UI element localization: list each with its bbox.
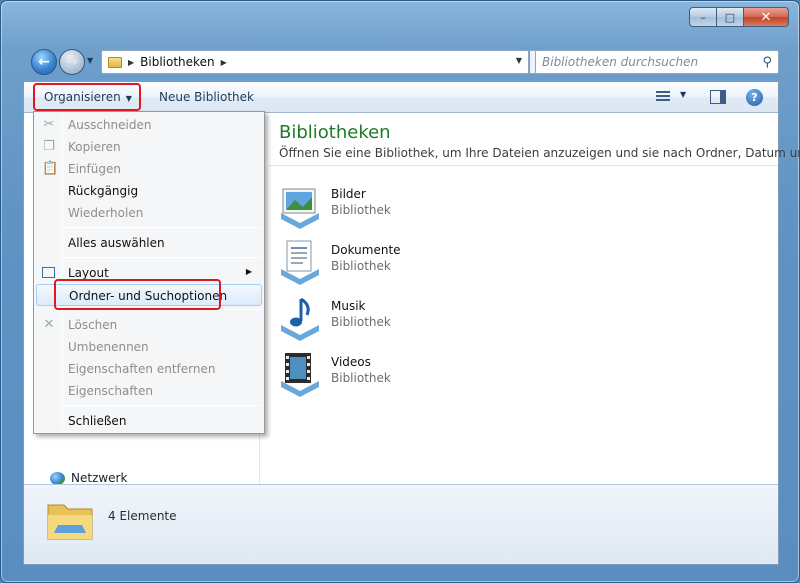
item-count: 4 Elemente bbox=[108, 509, 177, 523]
menu-item-label: Eigenschaften bbox=[68, 384, 154, 398]
library-type: Bibliothek bbox=[331, 259, 391, 273]
breadcrumb-libraries[interactable]: Bibliotheken bbox=[140, 55, 214, 69]
recent-pages-dropdown[interactable]: ▼ bbox=[87, 56, 93, 65]
library-item-bilder[interactable]: Bilder Bibliothek bbox=[277, 183, 477, 233]
menu-item-label: Schließen bbox=[68, 414, 127, 428]
copy-icon: ❐ bbox=[43, 139, 55, 154]
menu-item-rename[interactable]: Umbenennen bbox=[36, 336, 262, 358]
page-subtitle: Öffnen Sie eine Bibliothek, um Ihre Date… bbox=[279, 146, 800, 160]
navigation-bar: ← → ▼ ▶ Bibliotheken ▶ ▼ ⇄ ⚲ bbox=[29, 47, 779, 77]
title-divider bbox=[269, 165, 778, 166]
menu-item-delete[interactable]: ✕ Löschen bbox=[36, 314, 262, 336]
maximize-button[interactable]: □ bbox=[716, 7, 744, 27]
libraries-folder-icon bbox=[108, 56, 122, 68]
page-title: Bibliotheken bbox=[279, 122, 391, 143]
breadcrumb-chevron-icon[interactable]: ▶ bbox=[221, 58, 227, 67]
arrow-left-icon: ← bbox=[38, 54, 50, 70]
paste-icon: 📋 bbox=[42, 161, 59, 176]
caption-buttons: – □ ✕ bbox=[689, 7, 789, 27]
menu-item-cut[interactable]: ✂ Ausschneiden bbox=[36, 114, 262, 136]
library-name: Musik bbox=[331, 299, 366, 313]
address-bar[interactable]: ▶ Bibliotheken ▶ ▼ bbox=[101, 50, 529, 74]
menu-separator bbox=[64, 227, 262, 228]
menu-item-label: Wiederholen bbox=[68, 206, 144, 220]
menu-item-paste[interactable]: 📋 Einfügen bbox=[36, 158, 262, 180]
menu-item-label: Kopieren bbox=[68, 140, 121, 154]
highlight-box-folder-options bbox=[54, 279, 221, 310]
search-icon[interactable]: ⚲ bbox=[762, 55, 772, 70]
search-box[interactable]: ⚲ bbox=[535, 50, 779, 74]
menu-item-remove-properties[interactable]: Eigenschaften entfernen bbox=[36, 358, 262, 380]
delete-icon: ✕ bbox=[43, 317, 55, 332]
menu-item-label: Ausschneiden bbox=[68, 118, 152, 132]
menu-item-label: Alles auswählen bbox=[68, 236, 165, 250]
music-library-icon bbox=[281, 297, 319, 341]
view-options-dropdown-icon[interactable]: ▼ bbox=[680, 90, 686, 99]
menu-item-select-all[interactable]: Alles auswählen bbox=[36, 232, 262, 254]
documents-library-icon bbox=[281, 240, 319, 285]
nav-item-network[interactable]: Netzwerk bbox=[50, 471, 127, 485]
menu-separator bbox=[64, 257, 262, 258]
command-bar: Organisieren ▼ Neue Bibliothek ▼ ? bbox=[24, 82, 778, 113]
preview-pane-icon[interactable] bbox=[710, 90, 726, 104]
menu-item-label: Rückgängig bbox=[68, 184, 139, 198]
content-pane: Bibliotheken Öffnen Sie eine Bibliothek,… bbox=[261, 113, 800, 486]
menu-item-copy[interactable]: ❐ Kopieren bbox=[36, 136, 262, 158]
details-pane: 4 Elemente bbox=[24, 484, 778, 564]
search-input[interactable] bbox=[536, 51, 746, 73]
menu-item-label: Einfügen bbox=[68, 162, 121, 176]
menu-item-properties[interactable]: Eigenschaften bbox=[36, 380, 262, 402]
help-icon[interactable]: ? bbox=[746, 89, 763, 106]
explorer-window: – □ ✕ ← → ▼ ▶ Bibliotheken ▶ ▼ ⇄ ⚲ Orga bbox=[0, 0, 800, 583]
library-item-dokumente[interactable]: Dokumente Bibliothek bbox=[277, 239, 477, 289]
scissors-icon: ✂ bbox=[43, 117, 55, 132]
nav-item-network-label: Netzwerk bbox=[71, 471, 128, 485]
menu-item-label: Layout bbox=[68, 266, 109, 280]
library-item-videos[interactable]: Videos Bibliothek bbox=[277, 351, 477, 401]
minimize-button[interactable]: – bbox=[689, 7, 717, 27]
breadcrumb-separator-icon[interactable]: ▶ bbox=[128, 58, 134, 67]
organize-menu: ✂ Ausschneiden ❐ Kopieren 📋 Einfügen Rüc… bbox=[33, 111, 265, 434]
change-view-icon[interactable] bbox=[656, 91, 670, 103]
menu-item-label: Eigenschaften entfernen bbox=[68, 362, 216, 376]
new-library-button[interactable]: Neue Bibliothek bbox=[159, 88, 254, 106]
menu-item-close[interactable]: Schließen bbox=[36, 410, 262, 432]
libraries-folder-large-icon bbox=[47, 504, 93, 540]
library-name: Videos bbox=[331, 355, 371, 369]
back-button[interactable]: ← bbox=[31, 49, 57, 75]
highlight-box-organize bbox=[33, 83, 141, 111]
library-type: Bibliothek bbox=[331, 203, 391, 217]
library-type: Bibliothek bbox=[331, 371, 391, 385]
pictures-library-icon bbox=[281, 188, 319, 229]
menu-item-label: Umbenennen bbox=[68, 340, 149, 354]
library-type: Bibliothek bbox=[331, 315, 391, 329]
library-name: Bilder bbox=[331, 187, 366, 201]
arrow-right-icon: → bbox=[66, 54, 78, 70]
network-icon bbox=[50, 471, 65, 485]
menu-item-redo[interactable]: Wiederholen bbox=[36, 202, 262, 224]
menu-item-undo[interactable]: Rückgängig bbox=[36, 180, 262, 202]
library-name: Dokumente bbox=[331, 243, 401, 257]
layout-icon bbox=[42, 267, 55, 278]
library-item-musik[interactable]: Musik Bibliothek bbox=[277, 295, 477, 345]
address-history-dropdown-icon[interactable]: ▼ bbox=[516, 56, 522, 65]
menu-separator bbox=[64, 405, 262, 406]
videos-library-icon bbox=[281, 353, 319, 397]
forward-button[interactable]: → bbox=[59, 49, 85, 75]
close-button[interactable]: ✕ bbox=[743, 7, 789, 27]
menu-item-label: Löschen bbox=[68, 318, 118, 332]
submenu-arrow-icon: ▶ bbox=[245, 267, 252, 276]
